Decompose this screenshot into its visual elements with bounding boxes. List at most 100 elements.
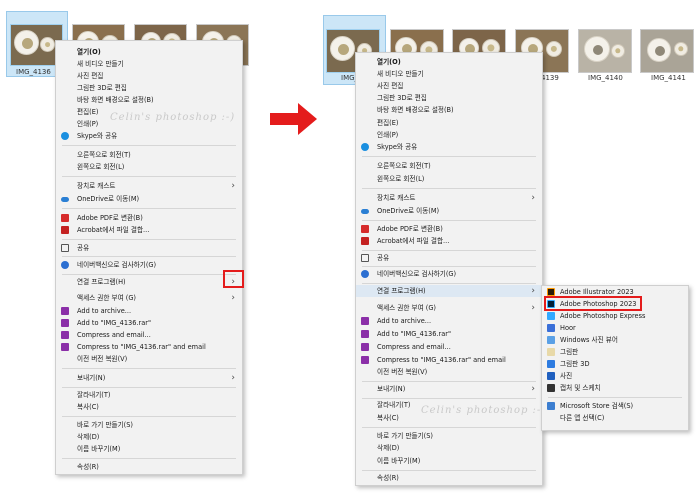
winrar-icon	[61, 307, 69, 315]
menu-divider	[548, 397, 682, 398]
menu-item-properties[interactable]: 속성(R)	[56, 461, 242, 473]
menu-item-cut[interactable]: 잘라내기(T)	[56, 389, 242, 401]
menu-item-new-video[interactable]: 새 비디오 만들기	[56, 58, 242, 70]
chevron-right-icon: ›	[231, 181, 235, 191]
menu-item-grant-access[interactable]: 액세스 권한 부여 (G) ›	[356, 302, 542, 314]
menu-divider	[62, 208, 236, 209]
menu-item-open-with[interactable]: 연결 프로그램(H) ›	[56, 276, 242, 288]
menu-item-properties[interactable]: 속성(R)	[356, 472, 542, 484]
menu-divider	[362, 470, 536, 471]
watermark: Celin's photoshop :-)	[110, 112, 236, 123]
menu-item-acrobat-combine[interactable]: Acrobat에서 파일 결합...	[356, 235, 542, 247]
share-icon	[361, 254, 369, 262]
vaccine-icon	[61, 261, 69, 269]
menu-item-restore-version[interactable]: 이전 버전 복원(V)	[56, 353, 242, 365]
menu-item-rotate-left[interactable]: 왼쪽으로 회전(L)	[356, 173, 542, 185]
menu-item-compress-rar-email[interactable]: Compress to "IMG_4136.rar" and email	[356, 354, 542, 366]
menu-item-open-with[interactable]: 연결 프로그램(H) ›	[356, 285, 542, 297]
menu-item-edit-paint3d[interactable]: 그림판 3D로 편집	[56, 82, 242, 94]
menu-item-print[interactable]: 인쇄(P)	[356, 129, 542, 141]
file-name: IMG_4136	[16, 68, 51, 76]
menu-divider	[362, 220, 536, 221]
menu-item-adobe-pdf[interactable]: Adobe PDF로 변환(B)	[56, 212, 242, 224]
menu-item-edit[interactable]: 편집(E)	[356, 117, 542, 129]
winrar-icon	[361, 330, 369, 338]
menu-item-compress-email[interactable]: Compress and email...	[356, 341, 542, 353]
menu-divider	[362, 250, 536, 251]
menu-item-rename[interactable]: 이름 바꾸기(M)	[356, 455, 542, 467]
menu-divider	[362, 188, 536, 189]
menu-item-set-background[interactable]: 바탕 화면 배경으로 설정(B)	[356, 104, 542, 116]
app-snip-sketch[interactable]: 캡처 및 스케치	[542, 383, 688, 394]
menu-item-delete[interactable]: 삭제(D)	[56, 431, 242, 443]
menu-item-compress-email[interactable]: Compress and email...	[56, 329, 242, 341]
menu-divider	[62, 239, 236, 240]
menu-item-cast[interactable]: 장치로 캐스트 ›	[356, 192, 542, 204]
menu-item-edit-paint3d[interactable]: 그림판 3D로 편집	[356, 92, 542, 104]
menu-item-choose-other-app[interactable]: 다른 앱 선택(C)	[542, 413, 688, 424]
file-thumbnail[interactable]	[640, 29, 694, 73]
app-windows-photo-viewer[interactable]: Windows 사진 뷰어	[542, 335, 688, 346]
paint3d-icon	[547, 360, 555, 368]
menu-item-new-video[interactable]: 새 비디오 만들기	[356, 68, 542, 80]
menu-item-cast[interactable]: 장치로 캐스트 ›	[56, 180, 242, 192]
menu-item-grant-access[interactable]: 액세스 권한 부여 (G) ›	[56, 292, 242, 304]
menu-item-naver-vaccine[interactable]: 네이버백신으로 검사하기(G)	[56, 259, 242, 271]
menu-item-compress-rar-email[interactable]: Compress to "IMG_4136.rar" and email	[56, 341, 242, 353]
onedrive-icon	[361, 209, 369, 214]
menu-item-adobe-pdf[interactable]: Adobe PDF로 변환(B)	[356, 223, 542, 235]
menu-item-share[interactable]: 공유	[356, 252, 542, 264]
menu-item-onedrive[interactable]: OneDrive로 이동(M)	[356, 205, 542, 217]
watermark: Celin's photoshop :-)	[421, 405, 547, 416]
menu-divider	[362, 427, 536, 428]
file-name: IMG_4141	[651, 74, 686, 82]
menu-item-set-background[interactable]: 바탕 화면 배경으로 설정(B)	[56, 94, 242, 106]
winrar-icon	[361, 317, 369, 325]
photoshop-express-icon	[547, 312, 555, 320]
menu-item-store-search[interactable]: Microsoft Store 검색(S)	[542, 401, 688, 412]
menu-item-rotate-right[interactable]: 오른쪽으로 회전(T)	[356, 160, 542, 172]
menu-item-add-archive[interactable]: Add to archive...	[56, 305, 242, 317]
menu-item-send-to[interactable]: 보내기(N) ›	[356, 383, 542, 395]
winrar-icon	[361, 343, 369, 351]
context-menu-left: 열기(O) 새 비디오 만들기 사진 편집 그림판 3D로 편집 바탕 화면 배…	[55, 40, 243, 475]
menu-item-rotate-left[interactable]: 왼쪽으로 회전(L)	[56, 161, 242, 173]
chevron-right-icon: ›	[531, 193, 535, 203]
menu-item-share[interactable]: 공유	[56, 242, 242, 254]
menu-item-send-to[interactable]: 보내기(N) ›	[56, 372, 242, 384]
menu-item-restore-version[interactable]: 이전 버전 복원(V)	[356, 366, 542, 378]
menu-item-add-archive[interactable]: Add to archive...	[356, 315, 542, 327]
menu-item-rename[interactable]: 이름 바꾸기(M)	[56, 443, 242, 455]
app-paint[interactable]: 그림판	[542, 347, 688, 358]
illustrator-icon	[547, 288, 555, 296]
file-thumbnail[interactable]	[578, 29, 632, 73]
menu-item-open[interactable]: 열기(O)	[356, 56, 542, 68]
menu-item-naver-vaccine[interactable]: 네이버백신으로 검사하기(G)	[356, 268, 542, 280]
menu-divider	[62, 416, 236, 417]
menu-item-delete[interactable]: 삭제(D)	[356, 442, 542, 454]
adobe-pdf-icon	[361, 225, 369, 233]
menu-item-edit-photo[interactable]: 사진 편집	[56, 70, 242, 82]
skype-icon	[361, 143, 369, 151]
menu-item-create-shortcut[interactable]: 바로 가기 만들기(S)	[356, 430, 542, 442]
skype-icon	[61, 132, 69, 140]
menu-item-edit-photo[interactable]: 사진 편집	[356, 80, 542, 92]
menu-item-onedrive[interactable]: OneDrive로 이동(M)	[56, 193, 242, 205]
menu-item-skype-share[interactable]: Skype와 공유	[356, 141, 542, 153]
menu-item-rotate-right[interactable]: 오른쪽으로 회전(T)	[56, 149, 242, 161]
app-photos[interactable]: 사진	[542, 371, 688, 382]
menu-item-acrobat-combine[interactable]: Acrobat에서 파일 결합...	[56, 224, 242, 236]
chevron-right-icon: ›	[531, 303, 535, 313]
menu-item-open[interactable]: 열기(O)	[56, 46, 242, 58]
menu-item-skype-share[interactable]: Skype와 공유	[56, 130, 242, 142]
app-photoshop-express[interactable]: Adobe Photoshop Express	[542, 311, 688, 322]
share-icon	[61, 244, 69, 252]
menu-divider	[62, 145, 236, 146]
app-hoor[interactable]: Hoor	[542, 323, 688, 334]
app-paint3d[interactable]: 그림판 3D	[542, 359, 688, 370]
paint-icon	[547, 348, 555, 356]
menu-item-copy[interactable]: 복사(C)	[56, 401, 242, 413]
menu-item-add-rar[interactable]: Add to "IMG_4136.rar"	[356, 328, 542, 340]
menu-item-add-rar[interactable]: Add to "IMG_4136.rar"	[56, 317, 242, 329]
menu-item-create-shortcut[interactable]: 바로 가기 만들기(S)	[56, 419, 242, 431]
